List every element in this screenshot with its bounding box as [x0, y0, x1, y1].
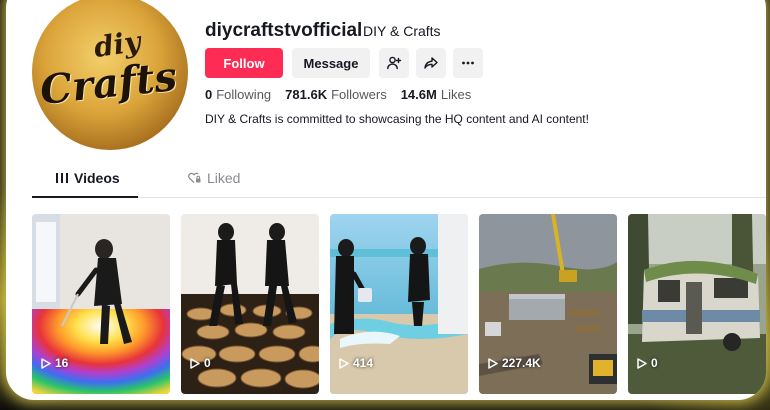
likes-label: Likes: [440, 87, 472, 102]
following-label: Following: [216, 87, 272, 102]
tab-liked[interactable]: Liked: [188, 170, 240, 186]
following-count: 0: [205, 87, 213, 102]
share-button[interactable]: [416, 48, 446, 78]
video-views-count: 227.4K: [502, 356, 541, 370]
more-button[interactable]: [453, 48, 483, 78]
tab-divider: [32, 197, 766, 198]
followers-count: 781.6K: [285, 87, 328, 102]
profile-bio: DIY & Crafts is committed to showcasing …: [205, 112, 589, 126]
profile-card: diy Crafts diycraftstvofficial DIY & Cra…: [6, 0, 766, 400]
video-views: 227.4K: [488, 356, 541, 370]
play-icon: [339, 357, 349, 369]
followers-label: Followers: [331, 87, 387, 102]
video-views-count: 0: [651, 356, 658, 370]
tab-liked-label: Liked: [207, 170, 241, 186]
video-views: 16: [41, 356, 68, 370]
add-user-icon: [387, 56, 402, 70]
username: diycraftstvofficial: [205, 20, 363, 41]
video-thumbnail[interactable]: 414: [330, 214, 468, 394]
video-views-count: 0: [204, 356, 211, 370]
tab-videos-label: Videos: [74, 170, 120, 186]
more-icon: [462, 61, 474, 65]
video-views: 0: [637, 356, 658, 370]
avatar[interactable]: diy Crafts: [32, 0, 188, 150]
play-icon: [488, 357, 498, 369]
video-views-count: 16: [55, 356, 69, 370]
likes-stat: 14.6M Likes: [401, 87, 472, 102]
video-thumbnail[interactable]: 0: [628, 214, 766, 394]
grid-icon: [56, 173, 68, 183]
following-stat[interactable]: 0 Following: [205, 87, 271, 102]
video-views-count: 414: [353, 356, 374, 370]
avatar-text-crafts: Crafts: [37, 52, 180, 115]
share-icon: [424, 57, 438, 69]
video-views: 414: [339, 356, 373, 370]
play-icon: [190, 357, 200, 369]
video-thumbnail[interactable]: 0: [181, 214, 319, 394]
tab-videos[interactable]: Videos: [56, 170, 120, 186]
followers-stat[interactable]: 781.6K Followers: [285, 87, 387, 102]
video-thumbnail[interactable]: 16: [32, 214, 170, 394]
follow-button[interactable]: Follow: [205, 48, 283, 78]
heart-lock-icon: [188, 172, 201, 183]
add-friend-button[interactable]: [379, 48, 409, 78]
video-views: 0: [190, 356, 211, 370]
play-icon: [41, 357, 51, 369]
profile-tabs: Videos Liked: [32, 170, 766, 200]
play-icon: [637, 357, 647, 369]
likes-count: 14.6M: [400, 87, 437, 102]
active-tab-indicator: [32, 196, 138, 198]
message-button[interactable]: Message: [292, 48, 370, 78]
nickname: DIY & Crafts: [363, 23, 441, 39]
video-thumbnail[interactable]: 227.4K: [479, 214, 617, 394]
profile-stats: 0 Following 781.6K Followers 14.6M Likes: [205, 87, 485, 102]
